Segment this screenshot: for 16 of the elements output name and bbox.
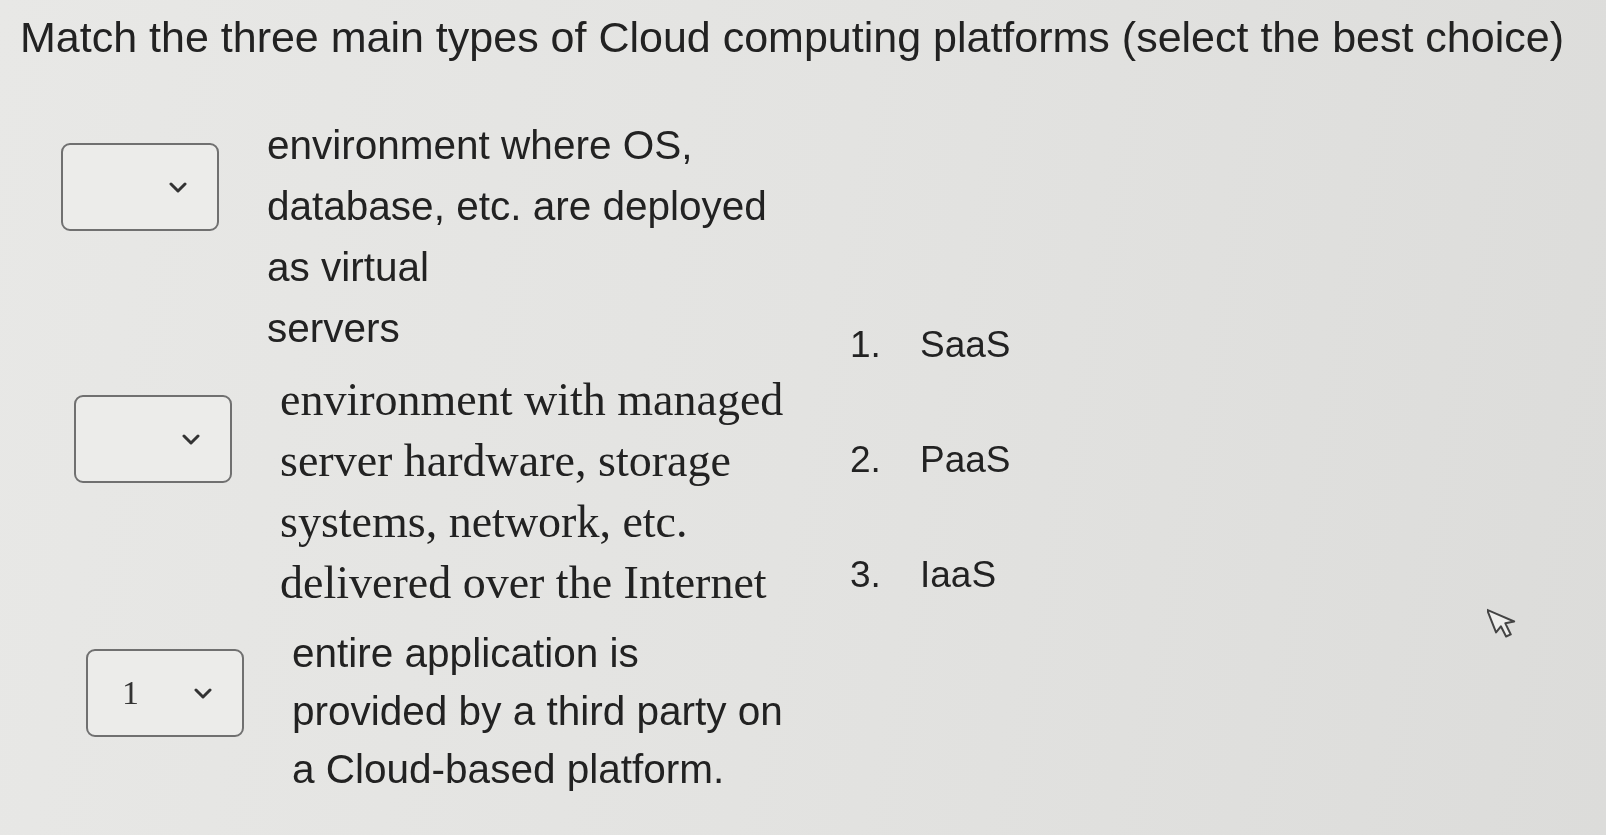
list-number: 2.: [850, 438, 882, 482]
list-number: 3.: [850, 553, 882, 597]
chevron-down-icon: [194, 687, 212, 699]
answer-dropdown[interactable]: [61, 143, 219, 231]
description-text: environment with managed server hardware, storage systems, network, etc. delivered over the Internet: [280, 373, 784, 610]
description-text: entire application is provided by a third party on a Cloud-based platform.: [292, 629, 783, 794]
choice-label: PaaS: [920, 438, 1011, 482]
chevron-down-icon: [182, 433, 200, 445]
list-number: 1.: [850, 323, 882, 367]
question-title: Match the three main types of Cloud computing platforms (select the best choice): [20, 14, 1564, 60]
answer-dropdown[interactable]: 1: [86, 649, 244, 737]
choice-label: IaaS: [920, 553, 997, 597]
answer-dropdown[interactable]: [74, 395, 232, 483]
chevron-down-icon: [169, 181, 187, 193]
choice-label: SaaS: [920, 323, 1011, 367]
description-text: environment where OS, database, etc. are deployed as virtual servers: [267, 121, 767, 353]
